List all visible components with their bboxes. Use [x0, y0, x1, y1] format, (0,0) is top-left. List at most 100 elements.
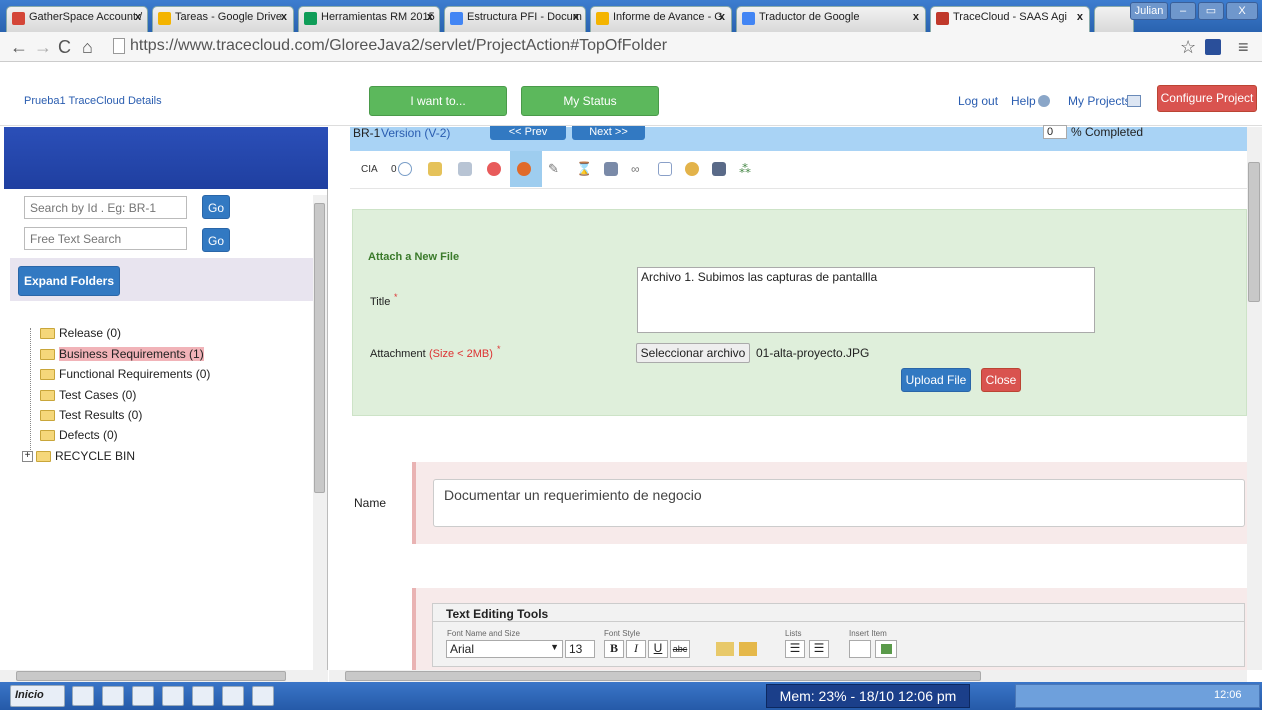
- profile-button[interactable]: Julian: [1130, 2, 1168, 20]
- email-icon[interactable]: [658, 162, 672, 176]
- tab-estructura[interactable]: Estructura PFI - Docum x: [444, 6, 586, 32]
- folder-release[interactable]: Release (0): [40, 326, 121, 340]
- close-icon[interactable]: x: [427, 11, 433, 23]
- insert-link-icon[interactable]: [849, 640, 871, 658]
- url-field[interactable]: https://www.tracecloud.com/GloreeJava2/s…: [130, 37, 667, 55]
- reload-icon[interactable]: C: [58, 37, 71, 58]
- copy-icon[interactable]: [458, 162, 472, 176]
- content-h-scrollbar[interactable]: [329, 670, 1247, 682]
- sidebar-scrollbar[interactable]: [313, 195, 327, 670]
- search-id-go-button[interactable]: Go: [202, 195, 230, 219]
- help-icon[interactable]: [1038, 95, 1050, 107]
- close-icon[interactable]: x: [913, 11, 919, 23]
- comment-icon[interactable]: [398, 162, 412, 176]
- font-size-stepper[interactable]: 13: [565, 640, 595, 658]
- minimize-icon[interactable]: –: [1170, 2, 1196, 20]
- tab-tracecloud[interactable]: TraceCloud - SAAS Agi x: [930, 6, 1090, 32]
- paperclip-icon[interactable]: ✎: [548, 162, 562, 176]
- scroll-thumb[interactable]: [345, 671, 981, 681]
- expand-icon[interactable]: +: [22, 450, 33, 462]
- menu-icon[interactable]: ≡: [1238, 37, 1249, 58]
- link-icon[interactable]: ∞: [631, 162, 645, 176]
- hourglass-icon[interactable]: ⌛: [576, 162, 592, 176]
- close-icon[interactable]: x: [719, 11, 725, 23]
- print-icon[interactable]: [604, 162, 618, 176]
- sidebar-h-scrollbar[interactable]: [0, 670, 328, 682]
- my-projects-link[interactable]: My Projects: [1068, 94, 1131, 108]
- explorer-icon[interactable]: [102, 686, 124, 706]
- pencil-icon[interactable]: [739, 642, 757, 656]
- folder-recycle-bin[interactable]: + RECYCLE BIN: [22, 449, 135, 463]
- expand-folders-button[interactable]: Expand Folders: [18, 266, 120, 296]
- forward-icon[interactable]: →: [34, 37, 52, 58]
- project-details-link[interactable]: Prueba1 TraceCloud Details: [24, 95, 162, 107]
- log-out-link[interactable]: Log out: [958, 94, 998, 108]
- hierarchy-icon[interactable]: ⁂: [739, 162, 753, 176]
- close-icon[interactable]: x: [281, 11, 287, 23]
- percent-input[interactable]: 0: [1043, 125, 1067, 139]
- attachment-title-textarea[interactable]: Archivo 1. Subimos las capturas de panta…: [637, 267, 1095, 333]
- choose-file-button[interactable]: Seleccionar archivo: [636, 343, 750, 363]
- close-window-icon[interactable]: X: [1226, 2, 1258, 20]
- folder-move-icon[interactable]: [428, 162, 442, 176]
- cia-label[interactable]: CIA: [361, 164, 378, 175]
- free-text-search-input[interactable]: [24, 227, 187, 250]
- highlight-icon[interactable]: [716, 642, 734, 656]
- tab-informe[interactable]: Informe de Avance - Gx: [590, 6, 732, 32]
- folder-test-cases[interactable]: Test Cases (0): [40, 388, 136, 402]
- folder-functional-requirements[interactable]: Functional Requirements (0): [40, 367, 210, 381]
- window-icon[interactable]: [222, 686, 244, 706]
- name-input[interactable]: Documentar un requerimiento de negocio: [433, 479, 1245, 527]
- spotify-icon[interactable]: [162, 686, 184, 706]
- requirement-id: BR-1: [353, 126, 381, 140]
- star-icon[interactable]: ☆: [1180, 37, 1196, 58]
- tab-google-drive[interactable]: Tareas - Google Drive x: [152, 6, 294, 32]
- close-icon[interactable]: x: [1077, 11, 1083, 23]
- close-button[interactable]: Close: [981, 368, 1021, 392]
- folder-defects[interactable]: Defects (0): [40, 428, 118, 442]
- upload-file-button[interactable]: Upload File: [901, 368, 971, 392]
- strikethrough-button[interactable]: abc: [670, 640, 690, 658]
- scroll-thumb[interactable]: [16, 671, 286, 681]
- insert-image-icon[interactable]: [875, 640, 897, 658]
- requirement-version[interactable]: Version (V-2): [381, 126, 450, 140]
- attachment-active-icon[interactable]: [517, 162, 531, 176]
- chrome-icon[interactable]: [72, 686, 94, 706]
- search-id-input[interactable]: [24, 196, 187, 219]
- i-want-to-button[interactable]: I want to...: [369, 86, 507, 116]
- extension-icon[interactable]: [1205, 39, 1221, 55]
- scroll-thumb[interactable]: [1248, 162, 1260, 302]
- font-select[interactable]: Arial ▼: [446, 640, 563, 658]
- back-icon[interactable]: ←: [10, 37, 28, 58]
- free-text-go-button[interactable]: Go: [202, 228, 230, 252]
- camera-icon[interactable]: [712, 162, 726, 176]
- app2-icon[interactable]: [252, 686, 274, 706]
- new-tab-button[interactable]: [1094, 6, 1134, 32]
- bold-button[interactable]: B: [604, 640, 624, 658]
- configure-project-button[interactable]: Configure Project: [1157, 85, 1257, 112]
- word-icon[interactable]: [192, 686, 214, 706]
- bullet-list-button[interactable]: ☰: [785, 640, 805, 658]
- lock-icon[interactable]: [685, 162, 699, 176]
- prev-button[interactable]: << Prev: [490, 126, 566, 140]
- tab-gatherspace[interactable]: GatherSpace Account / x: [6, 6, 148, 32]
- maximize-icon[interactable]: ▭: [1198, 2, 1224, 20]
- close-icon[interactable]: x: [573, 11, 579, 23]
- content-scrollbar[interactable]: [1247, 127, 1262, 670]
- scroll-thumb[interactable]: [314, 203, 325, 493]
- home-icon[interactable]: ⌂: [82, 37, 93, 58]
- next-button[interactable]: Next >>: [572, 126, 645, 140]
- delete-icon[interactable]: [487, 162, 501, 176]
- my-status-button[interactable]: My Status: [521, 86, 659, 116]
- tab-herramientas[interactable]: Herramientas RM 2015 x: [298, 6, 440, 32]
- app-icon[interactable]: [132, 686, 154, 706]
- folder-business-requirements[interactable]: Business Requirements (1): [40, 347, 204, 361]
- underline-button[interactable]: U: [648, 640, 668, 658]
- numbered-list-button[interactable]: ☰: [809, 640, 829, 658]
- tab-traductor[interactable]: Traductor de Google x: [736, 6, 926, 32]
- close-icon[interactable]: x: [135, 11, 141, 23]
- start-button[interactable]: Inicio: [10, 685, 65, 707]
- folder-test-results[interactable]: Test Results (0): [40, 408, 142, 422]
- help-link[interactable]: Help: [1011, 94, 1036, 108]
- italic-button[interactable]: I: [626, 640, 646, 658]
